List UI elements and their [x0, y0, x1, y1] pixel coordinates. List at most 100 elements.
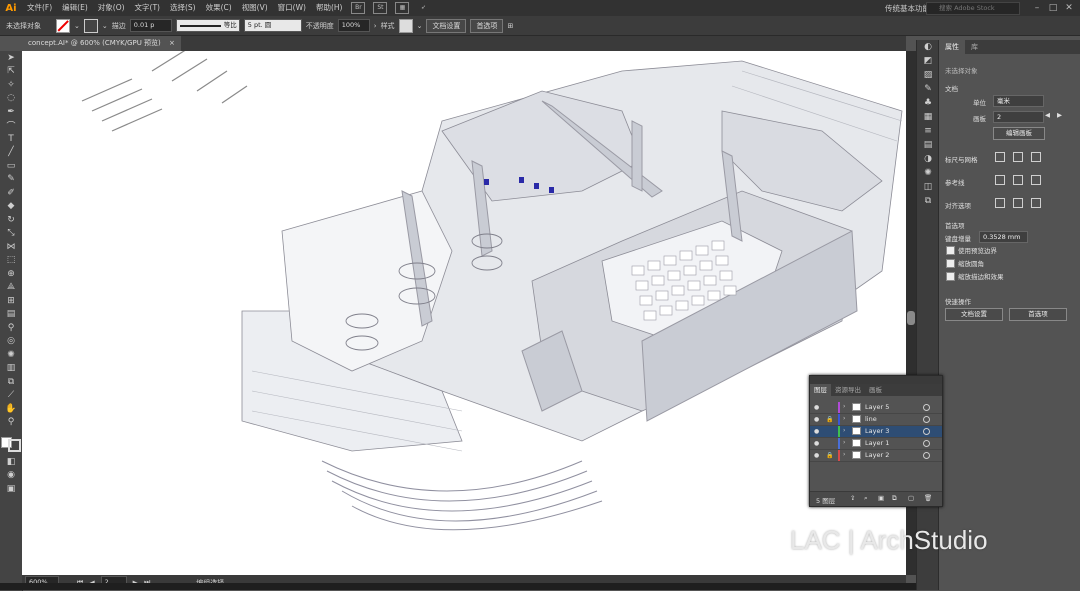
prev-artboard-icon[interactable]: ◀ — [1045, 111, 1050, 119]
scale-tool-icon[interactable]: ⤡ — [0, 227, 22, 241]
column-graph-tool-icon[interactable]: ▥ — [0, 362, 22, 376]
stock-icon[interactable]: St — [373, 2, 388, 14]
opacity-label[interactable]: 不透明度 — [306, 21, 334, 31]
ruler-icon[interactable] — [995, 152, 1005, 162]
maximize-icon[interactable]: □ — [1046, 2, 1060, 14]
zoom-tool-icon[interactable]: ⚲ — [0, 416, 22, 430]
lock-icon[interactable]: 🔒 — [826, 416, 833, 423]
layer-row[interactable]: ● 🔒 › line — [810, 414, 942, 426]
tab-properties[interactable]: 属性 — [939, 40, 965, 54]
scale-corners-checkbox[interactable] — [946, 259, 955, 268]
export-panel-icon[interactable]: ⧉ — [917, 194, 939, 208]
draw-mode-icon[interactable]: ◉ — [0, 469, 22, 483]
gradient-tool-icon[interactable]: ▤ — [0, 308, 22, 322]
menu-select[interactable]: 选择(S) — [165, 0, 201, 16]
free-transform-tool-icon[interactable]: ⬚ — [0, 254, 22, 268]
visibility-eye-icon[interactable]: ● — [814, 404, 819, 411]
opacity-input[interactable]: 100% — [337, 19, 370, 32]
delete-trash-icon[interactable]: 🗑 — [924, 494, 932, 502]
direct-selection-tool-icon[interactable]: ⇱ — [0, 65, 22, 79]
transparency-panel-icon[interactable]: ◑ — [917, 152, 939, 166]
target-circle-icon[interactable] — [923, 440, 930, 447]
eyedropper-tool-icon[interactable]: ⚲ — [0, 321, 22, 335]
canvas-artboard[interactable] — [22, 51, 906, 575]
lock-icon[interactable]: 🔒 — [826, 452, 833, 459]
gradient-panel-icon[interactable]: ▤ — [917, 138, 939, 152]
brushes-panel-icon[interactable]: ✎ — [917, 82, 939, 96]
pen-tool-icon[interactable]: ✒ — [0, 105, 22, 119]
artboard-select[interactable]: 2 — [993, 111, 1044, 123]
tab-asset-export[interactable]: 资源导出 — [831, 384, 865, 396]
close-icon[interactable]: ✕ — [1062, 2, 1076, 14]
minimize-icon[interactable]: – — [1030, 2, 1044, 14]
edit-artboards-button[interactable]: 编辑画板 — [993, 127, 1045, 140]
visibility-eye-icon[interactable]: ● — [814, 452, 819, 459]
slice-tool-icon[interactable]: ⟋ — [0, 389, 22, 403]
scale-strokes-checkbox[interactable] — [946, 272, 955, 281]
layer-row[interactable]: ● › Layer 5 — [810, 402, 942, 414]
expand-arrow-icon[interactable]: › — [843, 439, 845, 446]
next-artboard-icon[interactable]: ▶ — [1057, 111, 1062, 119]
stroke-panel-icon[interactable]: ≡ — [917, 124, 939, 138]
visibility-eye-icon[interactable]: ● — [814, 440, 819, 447]
tab-layers[interactable]: 图层 — [810, 384, 831, 396]
menu-window[interactable]: 窗口(W) — [273, 0, 311, 16]
swatches-panel-icon[interactable]: ▦ — [917, 110, 939, 124]
panel-drag-handle[interactable] — [810, 376, 942, 384]
graphic-styles-icon[interactable]: ◫ — [917, 180, 939, 194]
use-preview-bounds-checkbox[interactable] — [946, 246, 955, 255]
smart-guides-icon[interactable] — [1013, 175, 1023, 185]
document-tab[interactable]: concept.AI* @ 600% (CMYK/GPU 预览) × — [22, 36, 181, 51]
tab-libraries[interactable]: 库 — [965, 40, 984, 54]
menu-type[interactable]: 文字(T) — [130, 0, 165, 16]
shaper-tool-icon[interactable]: ✐ — [0, 186, 22, 200]
grid-icon[interactable] — [1013, 152, 1023, 162]
menu-edit[interactable]: 编辑(E) — [57, 0, 93, 16]
color-panel-icon[interactable]: ◐ — [917, 40, 939, 54]
layout-grid-icon[interactable]: ▦ — [395, 2, 410, 14]
shape-builder-tool-icon[interactable]: ⊕ — [0, 267, 22, 281]
lasso-tool-icon[interactable]: ◌ — [0, 92, 22, 106]
document-setup-button[interactable]: 文档设置 — [426, 18, 467, 33]
units-select[interactable]: 毫米 — [993, 95, 1044, 107]
fill-swatch[interactable] — [56, 18, 70, 33]
color-guide-icon[interactable]: ◩ — [917, 54, 939, 68]
image-trace-icon[interactable]: ▨ — [917, 68, 939, 82]
rotate-tool-icon[interactable]: ↻ — [0, 213, 22, 227]
artboard-tool-icon[interactable]: ⧉ — [0, 375, 22, 389]
line-tool-icon[interactable]: ╱ — [0, 146, 22, 160]
transparency-grid-icon[interactable] — [1031, 152, 1041, 162]
chevron-down-icon[interactable]: ⌄ — [417, 22, 423, 30]
stroke-weight-input[interactable]: 0.01 p — [129, 19, 172, 32]
fill-stroke-swap-icon[interactable] — [0, 429, 22, 455]
guides-icon[interactable] — [995, 175, 1005, 185]
layer-row[interactable]: ● 🔒 › Layer 2 — [810, 450, 942, 462]
curvature-tool-icon[interactable]: ⌒ — [0, 119, 22, 133]
rectangle-tool-icon[interactable]: ▭ — [0, 159, 22, 173]
eraser-tool-icon[interactable]: ◆ — [0, 200, 22, 214]
snap-pixel-icon[interactable] — [1013, 198, 1023, 208]
mesh-tool-icon[interactable]: ⊞ — [0, 294, 22, 308]
magic-wand-tool-icon[interactable]: ✧ — [0, 78, 22, 92]
target-circle-icon[interactable] — [923, 428, 930, 435]
width-tool-icon[interactable]: ⋈ — [0, 240, 22, 254]
chevron-right-icon[interactable]: › — [374, 22, 377, 30]
stroke-profile-select[interactable]: 等比 — [175, 19, 240, 32]
color-mode-icon[interactable]: ◧ — [0, 455, 22, 469]
chevron-down-icon[interactable]: ⌄ — [74, 22, 80, 30]
perspective-guide-icon[interactable] — [1031, 175, 1041, 185]
target-circle-icon[interactable] — [923, 404, 930, 411]
export-icon[interactable]: ⇪ — [850, 494, 855, 502]
preferences-button[interactable]: 首选项 — [470, 18, 504, 33]
expand-arrow-icon[interactable]: › — [843, 451, 845, 458]
menu-help[interactable]: 帮助(H) — [311, 0, 348, 16]
paintbrush-tool-icon[interactable]: ✎ — [0, 173, 22, 187]
menu-view[interactable]: 视图(V) — [237, 0, 273, 16]
chevron-down-icon[interactable]: ⌄ — [102, 22, 108, 30]
appearance-panel-icon[interactable]: ✺ — [917, 166, 939, 180]
layer-row-selected[interactable]: ● › Layer 3 — [810, 426, 942, 438]
locate-object-icon[interactable]: ⌕ — [864, 494, 868, 503]
selection-tool-icon[interactable]: ➤ — [0, 51, 22, 65]
doc-setup-quick-button[interactable]: 文档设置 — [945, 308, 1003, 321]
clipping-mask-icon[interactable]: ▣ — [878, 494, 884, 502]
